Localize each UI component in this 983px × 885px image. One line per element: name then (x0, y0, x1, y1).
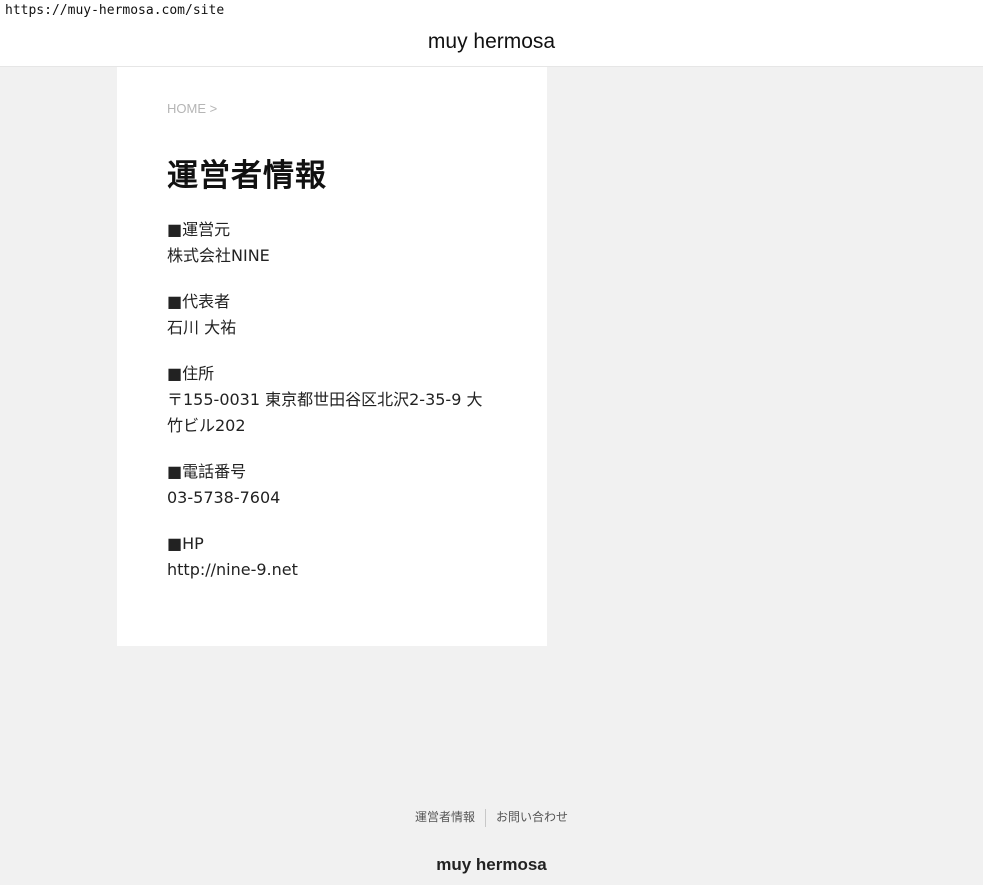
breadcrumb: HOME > (167, 101, 497, 121)
info-value: 〒155-0031 東京都世田谷区北沢2-35-9 大竹ビル202 (167, 390, 483, 435)
info-label: ■HP (167, 534, 204, 553)
info-item-representative: ■代表者 石川 大祐 (167, 289, 497, 341)
info-label: ■電話番号 (167, 462, 247, 481)
info-label: ■住所 (167, 364, 215, 383)
footer-link-operator-info[interactable]: 運営者情報 (405, 808, 485, 826)
breadcrumb-home-link[interactable]: HOME (167, 101, 206, 116)
breadcrumb-separator: > (209, 101, 218, 116)
info-item-phone: ■電話番号 03-5738-7604 (167, 459, 497, 511)
content-card: HOME > 運営者情報 ■運営元 株式会社NINE ■代表者 石川 大祐 ■住… (117, 67, 547, 646)
footer-brand[interactable]: muy hermosa (0, 855, 983, 875)
info-list: ■運営元 株式会社NINE ■代表者 石川 大祐 ■住所 〒155-0031 東… (167, 217, 497, 583)
info-item-operator: ■運営元 株式会社NINE (167, 217, 497, 269)
homepage-link[interactable]: http://nine-9.net (167, 557, 497, 583)
footer-nav: 運営者情報 お問い合わせ (0, 808, 983, 827)
page-title: 運営者情報 (167, 158, 327, 194)
site-title[interactable]: muy hermosa (0, 30, 983, 54)
info-label: ■代表者 (167, 292, 231, 311)
info-item-address: ■住所 〒155-0031 東京都世田谷区北沢2-35-9 大竹ビル202 (167, 361, 497, 439)
info-value: 03-5738-7604 (167, 488, 281, 507)
footer-link-contact[interactable]: お問い合わせ (486, 808, 578, 826)
info-value: 石川 大祐 (167, 318, 237, 337)
info-label: ■運営元 (167, 220, 231, 239)
url-text: https://muy-hermosa.com/site (5, 3, 225, 18)
info-value: 株式会社NINE (167, 246, 270, 265)
info-item-homepage: ■HP http://nine-9.net (167, 531, 497, 583)
